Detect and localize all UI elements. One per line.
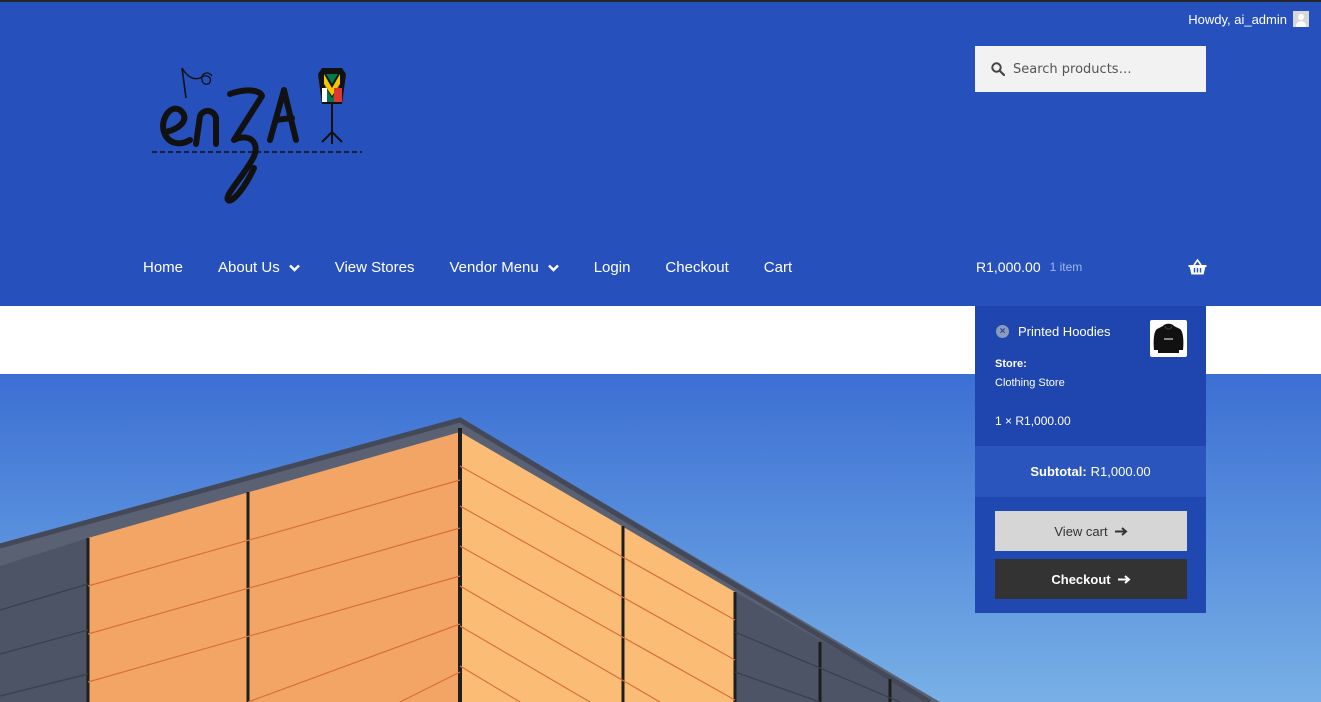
hoodie-image — [1153, 323, 1184, 353]
checkout-button[interactable]: Checkout — [995, 559, 1187, 599]
checkout-label[interactable]: Checkout — [1051, 572, 1110, 587]
avatar-icon[interactable] — [1293, 11, 1309, 27]
nav-item-cart[interactable]: Cart — [764, 259, 792, 276]
product-thumbnail[interactable] — [1150, 320, 1187, 357]
header-cart[interactable]: R1,000.00 1 item — [976, 259, 1207, 275]
mini-cart-item-name[interactable]: Printed Hoodies — [1018, 324, 1111, 339]
basket-icon[interactable] — [1188, 259, 1207, 275]
nav-item-checkout[interactable]: Checkout — [665, 259, 728, 276]
quantity-price: 1 × R1,000.00 — [995, 414, 1071, 428]
chevron-down-icon[interactable] — [547, 264, 559, 272]
product-search[interactable] — [975, 46, 1206, 92]
site-logo[interactable] — [150, 60, 365, 205]
enza-logo-graphic — [152, 67, 362, 204]
site-header: Howdy, ai_admin Search products… Home Ab… — [0, 2, 1321, 306]
store-name: Clothing Store — [995, 377, 1065, 389]
nav-item-label[interactable]: Home — [143, 259, 183, 276]
arrow-right-icon[interactable] — [1114, 523, 1128, 539]
mini-cart-item: × Printed Hoodies Store: Clothing Store … — [975, 306, 1206, 446]
mini-cart-subtotal: Subtotal: R1,000.00 — [975, 446, 1206, 497]
mini-cart-dropdown: × Printed Hoodies Store: Clothing Store … — [975, 306, 1206, 613]
cart-total[interactable]: R1,000.00 — [976, 259, 1041, 275]
nav-item-vendor-menu[interactable]: Vendor Menu — [449, 259, 559, 276]
chevron-down-icon[interactable] — [288, 264, 300, 272]
nav-item-label[interactable]: Cart — [764, 259, 792, 276]
nav-item-label[interactable]: Vendor Menu — [449, 259, 538, 276]
nav-item-login[interactable]: Login — [594, 259, 631, 276]
subtotal-label: Subtotal: — [1030, 464, 1087, 479]
account-greeting[interactable]: Howdy, ai_admin — [1188, 12, 1287, 27]
mannequin-icon — [318, 68, 346, 144]
nav-item-label[interactable]: View Stores — [335, 259, 415, 276]
search-input[interactable] — [1013, 61, 1193, 77]
search-icon — [991, 62, 1005, 76]
view-cart-button[interactable]: View cart — [995, 511, 1187, 551]
view-cart-label[interactable]: View cart — [1054, 524, 1107, 539]
nav-item-home[interactable]: Home — [143, 259, 183, 276]
remove-icon[interactable]: × — [996, 325, 1009, 338]
primary-nav: Home About Us View Stores Vendor Menu Lo… — [143, 259, 827, 276]
nav-item-about-us[interactable]: About Us — [218, 259, 300, 276]
nav-item-view-stores[interactable]: View Stores — [335, 259, 415, 276]
arrow-right-icon[interactable] — [1117, 571, 1131, 587]
subtotal-value: R1,000.00 — [1090, 464, 1151, 479]
nav-item-label[interactable]: Checkout — [665, 259, 728, 276]
cart-item-count[interactable]: 1 item — [1050, 260, 1083, 274]
account-menu[interactable]: Howdy, ai_admin — [1188, 11, 1309, 27]
nav-item-label[interactable]: Login — [594, 259, 631, 276]
store-label: Store: — [995, 358, 1027, 370]
nav-item-label[interactable]: About Us — [218, 259, 280, 276]
